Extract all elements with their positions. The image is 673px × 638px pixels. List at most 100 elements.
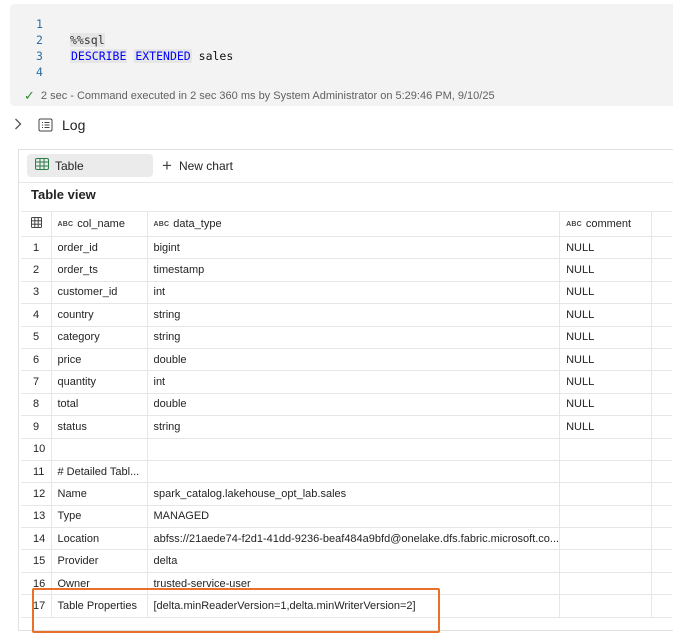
cell-comment[interactable] bbox=[559, 482, 653, 506]
cell-comment[interactable]: NULL bbox=[559, 326, 653, 349]
cell-col-name[interactable] bbox=[51, 438, 148, 461]
table-row[interactable]: 15 Provider delta bbox=[21, 549, 672, 573]
row-number[interactable]: 1 bbox=[21, 236, 52, 260]
cell-comment[interactable]: NULL bbox=[559, 370, 653, 394]
cell-col-name[interactable]: Location bbox=[51, 527, 148, 551]
table-row[interactable]: 3 customer_id int NULL bbox=[21, 281, 672, 305]
row-number[interactable]: 11 bbox=[21, 460, 52, 484]
row-number[interactable]: 6 bbox=[21, 348, 52, 372]
row-number[interactable]: 2 bbox=[21, 258, 52, 282]
cell-data-type[interactable]: spark_catalog.lakehouse_opt_lab.sales bbox=[147, 482, 561, 506]
table-row[interactable]: 7 quantity int NULL bbox=[21, 370, 672, 394]
new-chart-button[interactable]: + New chart bbox=[162, 154, 233, 177]
cell-data-type[interactable]: timestamp bbox=[147, 258, 561, 282]
table-row[interactable]: 13 Type MANAGED bbox=[21, 505, 672, 529]
cell-data-type[interactable]: double bbox=[147, 393, 561, 417]
row-number[interactable]: 3 bbox=[21, 281, 52, 305]
cell-col-name[interactable]: quantity bbox=[51, 370, 148, 394]
cell-data-type[interactable]: int bbox=[147, 370, 561, 394]
table-row[interactable]: 14 Location abfss://21aede74-f2d1-41dd-923… bbox=[21, 527, 672, 551]
cell-data-type[interactable]: string bbox=[147, 303, 561, 327]
cell-comment[interactable]: NULL bbox=[559, 281, 653, 305]
row-number[interactable]: 8 bbox=[21, 393, 52, 417]
table-row[interactable]: 16 Owner trusted-service-user bbox=[21, 572, 672, 596]
cell-data-type[interactable]: bigint bbox=[147, 236, 561, 260]
table-row[interactable]: 6 price double NULL bbox=[21, 348, 672, 372]
new-chart-label: New chart bbox=[178, 158, 233, 173]
row-number[interactable]: 15 bbox=[21, 549, 52, 573]
table-row[interactable]: 11 # Detailed Tabl... bbox=[21, 460, 672, 484]
row-number[interactable]: 17 bbox=[21, 594, 52, 618]
cell-data-type[interactable]: int bbox=[147, 281, 561, 305]
cell-data-type[interactable]: double bbox=[147, 348, 561, 372]
cell-data-type[interactable]: string bbox=[147, 415, 561, 439]
column-header-comment[interactable]: ABC comment bbox=[559, 211, 653, 237]
cell-comment[interactable]: NULL bbox=[559, 236, 653, 260]
cell-filler bbox=[651, 348, 672, 372]
cell-filler bbox=[651, 438, 672, 461]
cell-col-name[interactable]: country bbox=[51, 303, 148, 327]
cell-col-name[interactable]: customer_id bbox=[51, 281, 148, 305]
cell-col-name[interactable]: Provider bbox=[51, 549, 148, 573]
table-row[interactable]: 17 Table Properties [delta.minReaderVersio… bbox=[21, 594, 672, 618]
table-row[interactable]: 5 category string NULL bbox=[21, 326, 672, 349]
table-row[interactable]: 12 Name spark_catalog.lakehouse_opt_lab.sa… bbox=[21, 482, 672, 506]
row-number[interactable]: 9 bbox=[21, 415, 52, 439]
tab-table[interactable]: Table bbox=[27, 154, 153, 177]
row-number[interactable]: 7 bbox=[21, 370, 52, 394]
sql-magic-command: %%sql bbox=[70, 33, 105, 47]
table-row[interactable]: 9 status string NULL bbox=[21, 415, 672, 439]
table-row[interactable]: 8 total double NULL bbox=[21, 393, 672, 417]
cell-comment[interactable] bbox=[559, 549, 653, 573]
cell-col-name[interactable]: status bbox=[51, 415, 148, 439]
cell-comment[interactable]: NULL bbox=[559, 258, 653, 282]
code-cell[interactable]: 1 2 %%sql 3 DESCRIBE EXTENDED sales 4 ✓ … bbox=[10, 4, 673, 106]
cell-comment[interactable]: NULL bbox=[559, 393, 653, 417]
cell-comment[interactable] bbox=[559, 505, 653, 529]
row-number[interactable]: 10 bbox=[21, 438, 52, 461]
row-number[interactable]: 16 bbox=[21, 572, 52, 596]
cell-comment[interactable]: NULL bbox=[559, 303, 653, 327]
cell-data-type[interactable]: MANAGED bbox=[147, 505, 561, 529]
cell-col-name[interactable]: Table Properties bbox=[51, 594, 148, 618]
row-number[interactable]: 12 bbox=[21, 482, 52, 506]
column-header-data-type[interactable]: ABC data_type bbox=[147, 211, 561, 237]
cell-data-type[interactable]: [delta.minReaderVersion=1,delta.minWrite… bbox=[147, 594, 561, 618]
cell-data-type[interactable]: abfss://21aede74-f2d1-41dd-9236-beaf484a… bbox=[147, 527, 561, 551]
string-type-icon: ABC bbox=[153, 221, 170, 228]
table-row[interactable]: 1 order_id bigint NULL bbox=[21, 236, 672, 260]
cell-comment[interactable] bbox=[559, 594, 653, 618]
cell-comment[interactable]: NULL bbox=[559, 348, 653, 372]
table-row[interactable]: 4 country string NULL bbox=[21, 303, 672, 327]
row-number[interactable]: 13 bbox=[21, 505, 52, 529]
log-section[interactable]: Log bbox=[14, 114, 85, 136]
cell-data-type[interactable]: trusted-service-user bbox=[147, 572, 561, 596]
row-number[interactable]: 14 bbox=[21, 527, 52, 551]
row-index-header[interactable] bbox=[21, 211, 52, 237]
row-number[interactable]: 5 bbox=[21, 326, 52, 349]
table-row[interactable]: 2 order_ts timestamp NULL bbox=[21, 258, 672, 282]
cell-comment[interactable] bbox=[559, 572, 653, 596]
cell-col-name[interactable]: total bbox=[51, 393, 148, 417]
cell-data-type[interactable]: delta bbox=[147, 549, 561, 573]
column-header-col-name[interactable]: ABC col_name bbox=[51, 211, 148, 237]
cell-comment[interactable] bbox=[559, 460, 653, 484]
cell-data-type[interactable] bbox=[147, 438, 561, 461]
cell-col-name[interactable]: Type bbox=[51, 505, 148, 529]
row-number[interactable]: 4 bbox=[21, 303, 52, 327]
cell-col-name[interactable]: price bbox=[51, 348, 148, 372]
cell-col-name[interactable]: order_ts bbox=[51, 258, 148, 282]
cell-data-type[interactable]: string bbox=[147, 326, 561, 349]
cell-col-name[interactable]: category bbox=[51, 326, 148, 349]
cell-comment[interactable]: NULL bbox=[559, 415, 653, 439]
chevron-right-icon[interactable] bbox=[14, 118, 28, 133]
cell-col-name[interactable]: # Detailed Tabl... bbox=[51, 460, 148, 484]
cell-comment[interactable] bbox=[559, 438, 653, 461]
cell-col-name[interactable]: Name bbox=[51, 482, 148, 506]
cell-col-name[interactable]: Owner bbox=[51, 572, 148, 596]
tab-table-label: Table bbox=[55, 158, 84, 173]
cell-col-name[interactable]: order_id bbox=[51, 236, 148, 260]
cell-data-type[interactable] bbox=[147, 460, 561, 484]
cell-comment[interactable] bbox=[559, 527, 653, 551]
table-row[interactable]: 10 bbox=[21, 438, 672, 461]
